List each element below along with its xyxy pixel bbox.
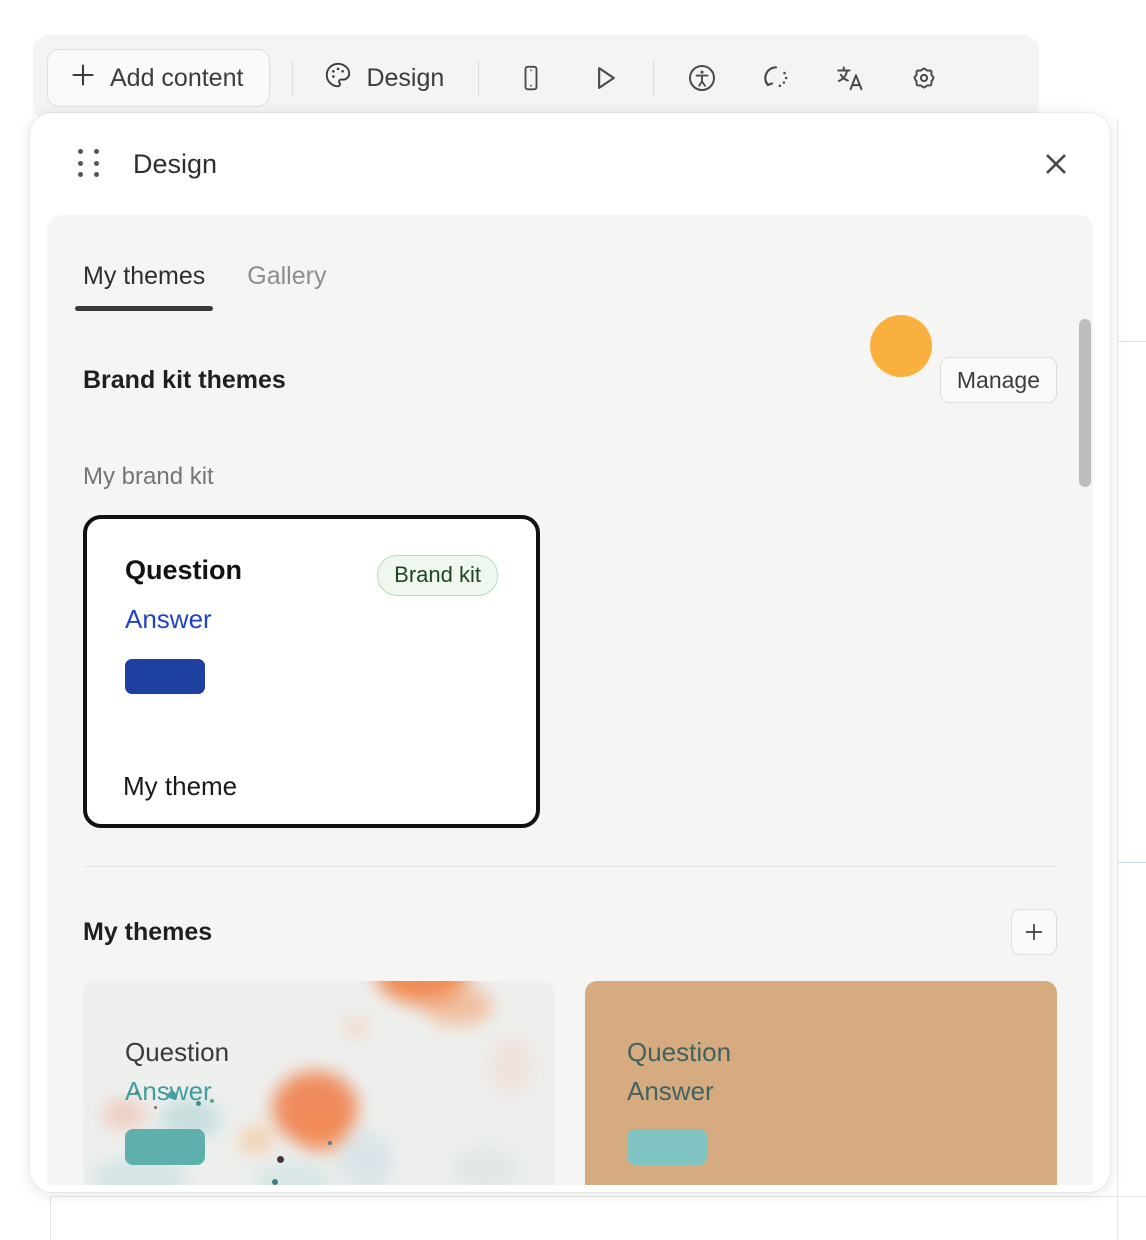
close-icon[interactable] — [1030, 138, 1082, 190]
design-panel-tabs: My themes Gallery — [47, 215, 1093, 311]
theme-preview-answer: Answer — [125, 1076, 212, 1106]
theme-preview-answer: Answer — [627, 1076, 714, 1106]
canvas-block-divider-2 — [1118, 862, 1146, 863]
design-panel: Design My themes Gallery Brand kit theme… — [30, 113, 1110, 1192]
theme-preview-answer: Answer — [125, 604, 212, 634]
version-history-icon[interactable] — [750, 52, 802, 104]
theme-preview-color-swatch — [125, 1129, 205, 1165]
palette-icon — [323, 60, 353, 97]
panel-scrollbar-thumb[interactable] — [1079, 319, 1091, 487]
theme-card-name: My theme — [123, 771, 238, 801]
my-themes-section-title: My themes — [83, 917, 213, 946]
drag-handle-icon[interactable] — [78, 149, 102, 179]
brand-kit-section-title: Brand kit themes — [83, 365, 286, 394]
brand-kit-theme-card[interactable]: Question Brand kit Answer My theme — [83, 515, 540, 828]
brand-kit-card-top: Question Brand kit — [125, 555, 498, 596]
canvas-guide-line-left — [50, 1196, 51, 1240]
design-button[interactable]: Design — [315, 54, 452, 103]
toolbar-divider-2 — [478, 60, 480, 96]
theme-card-watercolor[interactable]: Question Answer — [83, 981, 555, 1185]
brand-kit-section-header: Brand kit themes Manage — [83, 311, 1057, 403]
my-themes-section-header: My themes — [83, 867, 1057, 955]
play-icon[interactable] — [579, 52, 631, 104]
toolbar-divider-3 — [653, 60, 655, 96]
panel-scrollbar[interactable] — [1079, 319, 1091, 1181]
theme-card-tan[interactable]: Question Answer — [585, 981, 1057, 1185]
canvas-block-divider-3 — [52, 1196, 1146, 1197]
my-brand-kit-label: My brand kit — [83, 463, 214, 490]
theme-preview-question: Question — [125, 1037, 230, 1067]
design-button-label: Design — [366, 63, 445, 92]
design-panel-header: Design — [30, 113, 1110, 215]
plus-icon — [1025, 923, 1043, 941]
accessibility-icon[interactable] — [676, 52, 728, 104]
editor-toolbar: Add content Design — [33, 35, 1039, 121]
tab-my-themes[interactable]: My themes — [75, 262, 214, 311]
tab-gallery-label: Gallery — [247, 262, 327, 290]
add-theme-button[interactable] — [1011, 909, 1057, 955]
add-content-button[interactable]: Add content — [47, 49, 271, 107]
theme-preview-question: Question — [125, 555, 243, 585]
canvas-guide-line-right — [1117, 118, 1118, 1240]
manage-button[interactable]: Manage — [939, 357, 1057, 403]
tab-gallery[interactable]: Gallery — [239, 262, 334, 311]
canvas-block-divider-1 — [1118, 341, 1146, 342]
theme-preview-question: Question — [627, 1037, 732, 1067]
plus-icon — [70, 62, 96, 95]
theme-preview-color-swatch — [627, 1129, 707, 1165]
my-themes-grid: Question Answer Question Answer — [83, 981, 1057, 1185]
settings-gear-icon[interactable] — [898, 52, 950, 104]
theme-preview-color-swatch — [125, 659, 205, 694]
translate-icon[interactable] — [824, 52, 876, 104]
panel-title: Design — [133, 148, 218, 179]
design-panel-content: Brand kit themes Manage My brand kit Que… — [47, 311, 1093, 1185]
tab-my-themes-label: My themes — [83, 262, 206, 290]
brand-kit-badge: Brand kit — [377, 555, 498, 596]
app-root: Add content Design Design My themes Gall… — [0, 0, 1146, 1240]
mobile-preview-icon[interactable] — [505, 52, 557, 104]
toolbar-divider-1 — [292, 60, 294, 96]
add-content-label: Add content — [110, 63, 244, 92]
